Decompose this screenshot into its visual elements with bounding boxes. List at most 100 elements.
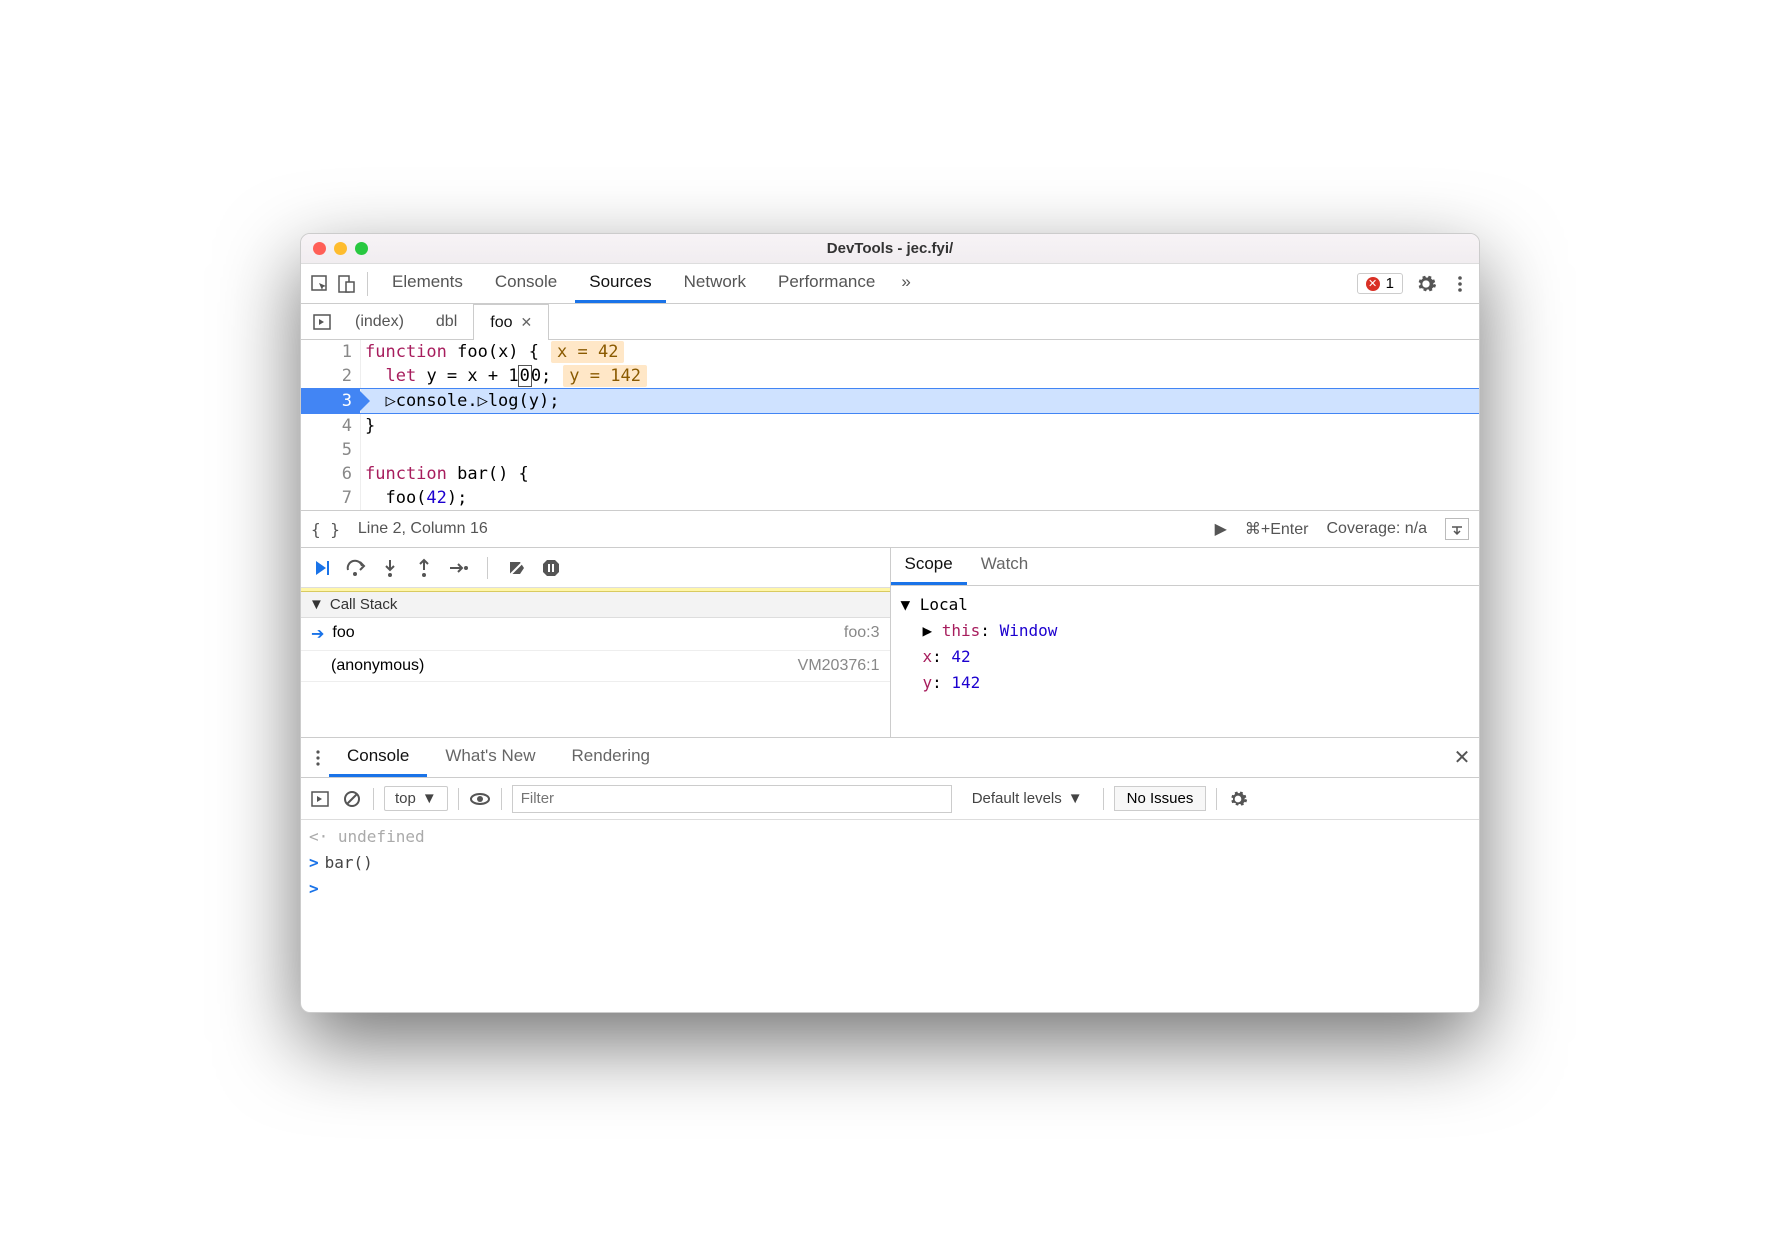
console-row[interactable]: <· undefined xyxy=(309,824,1471,850)
console-row[interactable]: >bar() xyxy=(309,850,1471,876)
step-out-icon[interactable] xyxy=(413,557,435,579)
frame-name: (anonymous) xyxy=(331,657,424,675)
chevron-down-icon: ▼ xyxy=(422,790,437,807)
collapse-triangle-icon: ▼ xyxy=(309,596,324,613)
code-editor[interactable]: 1function foo(x) {x = 422 let y = x + 10… xyxy=(301,340,1479,510)
tab-sources[interactable]: Sources xyxy=(575,264,665,303)
code-content: } xyxy=(361,414,1479,438)
titlebar: DevTools - jec.fyi/ xyxy=(301,234,1479,264)
file-tabs: (index) dbl foo ✕ xyxy=(301,304,1479,340)
callstack-header[interactable]: ▼ Call Stack xyxy=(301,592,890,618)
deactivate-breakpoints-icon[interactable] xyxy=(506,557,528,579)
inspect-icon[interactable] xyxy=(309,273,331,295)
scope-variable[interactable]: x: 42 xyxy=(901,644,1470,670)
line-number[interactable]: 6 xyxy=(301,462,361,486)
frame-name: foo xyxy=(332,624,354,644)
code-content xyxy=(361,438,1479,462)
levels-label: Default levels xyxy=(972,790,1062,807)
code-line[interactable]: 5 xyxy=(301,438,1479,462)
live-expression-icon[interactable] xyxy=(469,788,491,810)
drawer-tab-console[interactable]: Console xyxy=(329,738,427,777)
inline-value: y = 142 xyxy=(563,365,647,387)
device-toolbar-icon[interactable] xyxy=(335,273,357,295)
kebab-menu-icon[interactable] xyxy=(1449,273,1471,295)
navigator-toggle-icon[interactable] xyxy=(311,311,333,333)
code-content: ▷console.▷log(y); xyxy=(361,389,1479,413)
step-over-icon[interactable] xyxy=(345,557,367,579)
console-toolbar: top ▼ Default levels ▼ No Issues xyxy=(301,778,1479,820)
resume-icon[interactable] xyxy=(311,557,333,579)
editor-statusbar: { } Line 2, Column 16 ▶ ⌘+Enter Coverage… xyxy=(301,510,1479,548)
code-content: foo(42); xyxy=(361,486,1479,510)
debugger-toolbar xyxy=(301,548,890,588)
file-tab-dbl[interactable]: dbl xyxy=(420,304,473,339)
console-row[interactable]: > xyxy=(309,876,1471,902)
callstack-frame[interactable]: ➔ foo foo:3 xyxy=(301,618,890,651)
main-panel-tabs: Elements Console Sources Network Perform… xyxy=(301,264,1479,304)
tab-watch[interactable]: Watch xyxy=(967,554,1043,585)
drawer-tab-whatsnew[interactable]: What's New xyxy=(427,738,553,777)
drawer-tab-rendering[interactable]: Rendering xyxy=(554,738,668,777)
scope-local-header[interactable]: ▼ Local xyxy=(901,592,1470,618)
window-title: DevTools - jec.fyi/ xyxy=(301,240,1479,257)
coverage-label: Coverage: n/a xyxy=(1326,520,1427,538)
console-sidebar-toggle-icon[interactable] xyxy=(309,788,331,810)
clear-console-icon[interactable] xyxy=(341,788,363,810)
line-number[interactable]: 5 xyxy=(301,438,361,462)
error-count-badge[interactable]: ✕ 1 xyxy=(1357,273,1403,294)
code-line[interactable]: 6function bar() { xyxy=(301,462,1479,486)
tab-network[interactable]: Network xyxy=(670,264,760,303)
code-content: let y = x + 100;y = 142 xyxy=(361,364,1479,388)
callstack-frame[interactable]: (anonymous)VM20376:1 xyxy=(301,651,890,682)
context-label: top xyxy=(395,790,416,807)
line-number[interactable]: 4 xyxy=(301,414,361,438)
scope-variable[interactable]: ▶ this: Window xyxy=(901,618,1470,644)
error-icon: ✕ xyxy=(1366,277,1380,291)
error-count-value: 1 xyxy=(1386,275,1394,292)
inline-value: x = 42 xyxy=(551,341,624,363)
run-shortcut-label: ⌘+Enter xyxy=(1245,519,1309,539)
scope-body: ▼ Local ▶ this: Window x: 42 y: 142 xyxy=(891,586,1480,702)
console-filter-input[interactable] xyxy=(512,785,952,813)
file-tab-foo[interactable]: foo ✕ xyxy=(473,304,549,340)
settings-gear-icon[interactable] xyxy=(1415,273,1437,295)
step-icon[interactable] xyxy=(447,557,469,579)
scope-variable[interactable]: y: 142 xyxy=(901,670,1470,696)
drawer-kebab-icon[interactable] xyxy=(307,747,329,769)
run-snippet-icon[interactable]: ▶ xyxy=(1215,519,1227,539)
code-line[interactable]: 1function foo(x) {x = 42 xyxy=(301,340,1479,364)
file-tab-label: foo xyxy=(490,314,512,332)
close-tab-icon[interactable]: ✕ xyxy=(521,314,533,331)
code-line[interactable]: 3 ▷console.▷log(y); xyxy=(301,388,1479,414)
close-drawer-icon[interactable]: ✕ xyxy=(1451,747,1473,769)
line-number[interactable]: 1 xyxy=(301,340,361,364)
line-number[interactable]: 3 xyxy=(301,389,361,413)
context-selector[interactable]: top ▼ xyxy=(384,786,448,811)
line-number[interactable]: 2 xyxy=(301,364,361,388)
line-number[interactable]: 7 xyxy=(301,486,361,510)
tab-performance[interactable]: Performance xyxy=(764,264,889,303)
tab-console[interactable]: Console xyxy=(481,264,571,303)
devtools-window: DevTools - jec.fyi/ Elements Console Sou… xyxy=(300,233,1480,1013)
tab-scope[interactable]: Scope xyxy=(891,554,967,585)
code-line[interactable]: 7 foo(42); xyxy=(301,486,1479,510)
issues-button[interactable]: No Issues xyxy=(1114,786,1207,811)
tab-elements[interactable]: Elements xyxy=(378,264,477,303)
current-frame-icon: ➔ xyxy=(311,624,324,644)
cursor-position: Line 2, Column 16 xyxy=(358,520,488,538)
statusbar-dropdown-icon[interactable] xyxy=(1445,518,1469,540)
file-tab-index[interactable]: (index) xyxy=(339,304,420,339)
code-line[interactable]: 2 let y = x + 100;y = 142 xyxy=(301,364,1479,388)
code-content: function foo(x) {x = 42 xyxy=(361,340,1479,364)
frame-location: foo:3 xyxy=(844,624,880,644)
log-levels-selector[interactable]: Default levels ▼ xyxy=(962,787,1093,810)
console-output[interactable]: <· undefined>bar()> xyxy=(301,820,1479,906)
console-settings-gear-icon[interactable] xyxy=(1227,788,1249,810)
more-tabs-button[interactable]: » xyxy=(893,264,918,303)
callstack-title: Call Stack xyxy=(330,596,398,613)
step-into-icon[interactable] xyxy=(379,557,401,579)
pause-exceptions-icon[interactable] xyxy=(540,557,562,579)
pretty-print-icon[interactable]: { } xyxy=(311,520,340,539)
code-content: function bar() { xyxy=(361,462,1479,486)
code-line[interactable]: 4} xyxy=(301,414,1479,438)
